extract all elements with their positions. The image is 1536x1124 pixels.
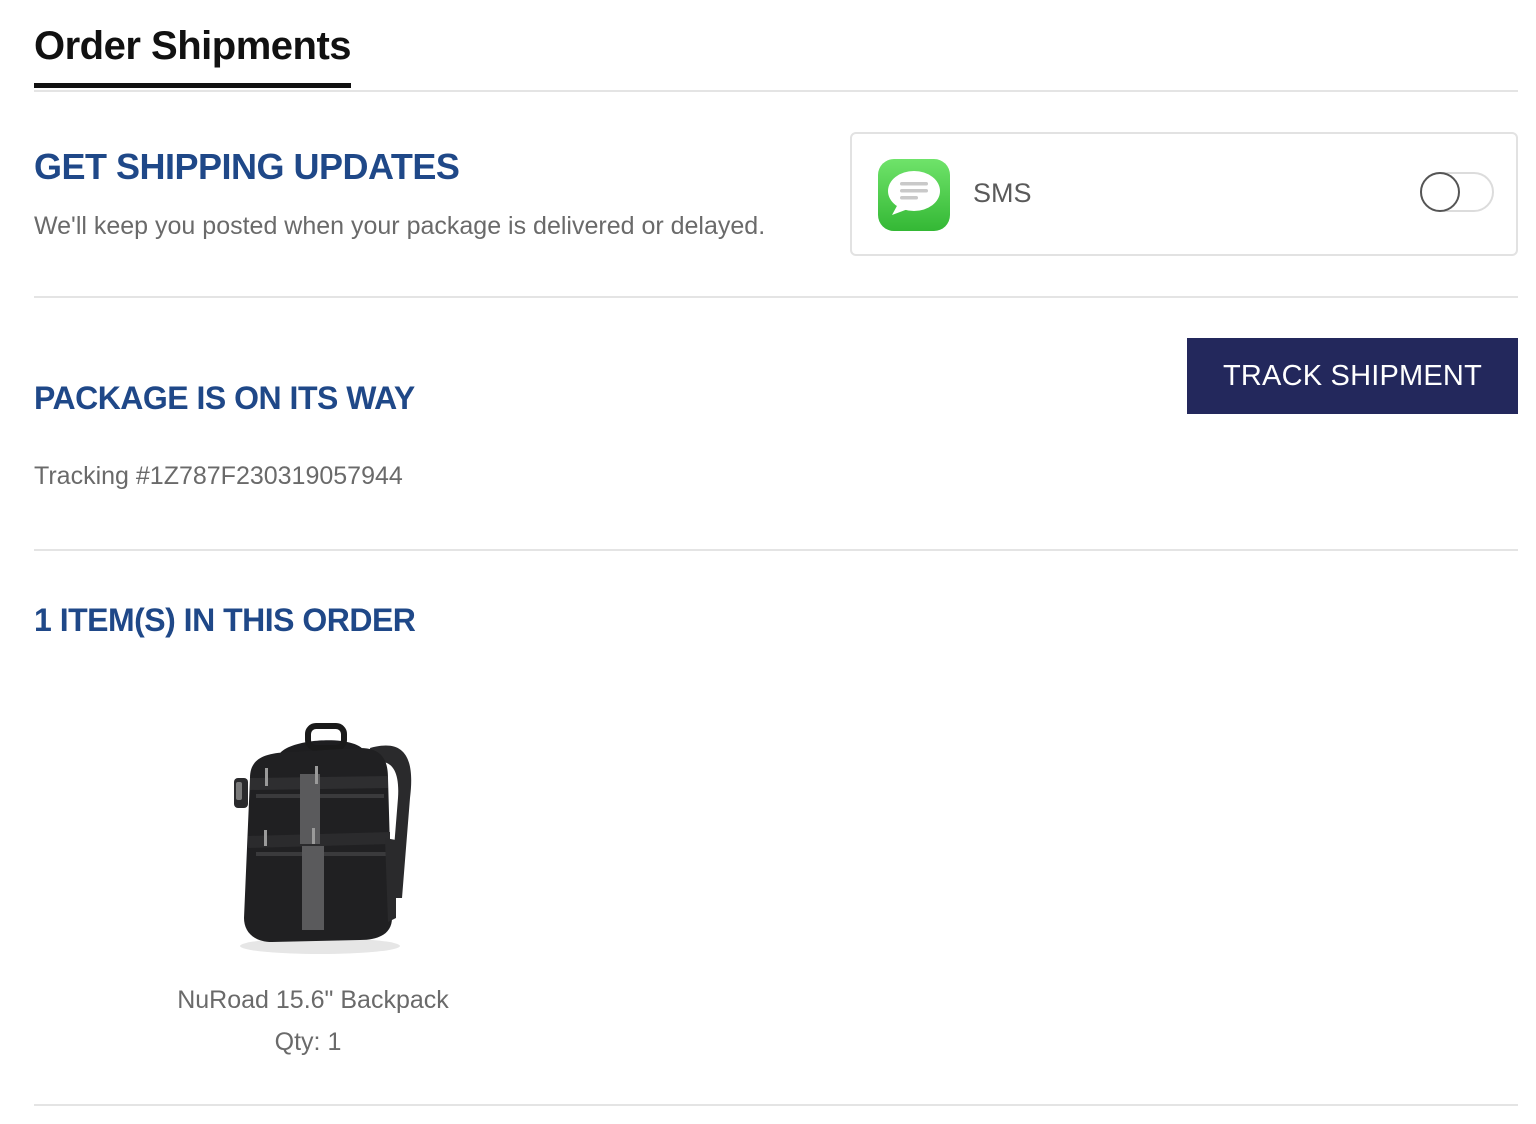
messages-app-icon <box>878 159 950 231</box>
section-divider <box>34 549 1518 551</box>
shipping-updates-heading: GET SHIPPING UPDATES <box>34 146 460 187</box>
tab-order-shipments[interactable]: Order Shipments <box>34 24 352 88</box>
product-quantity: Qty: 1 <box>160 1028 456 1057</box>
track-shipment-button[interactable]: TRACK SHIPMENT <box>1187 338 1518 414</box>
package-status-heading: PACKAGE IS ON ITS WAY <box>34 380 415 416</box>
shipping-updates-description: We'll keep you posted when your package … <box>34 212 766 240</box>
toggle-knob <box>1420 172 1460 212</box>
order-item[interactable]: NuRoad 15.6" Backpack Qty: 1 <box>160 700 466 1080</box>
sms-toggle[interactable] <box>1420 172 1494 212</box>
backpack-image <box>220 718 420 958</box>
section-divider <box>34 1104 1518 1106</box>
order-shipments-page: Order Shipments GET SHIPPING UPDATES We'… <box>0 0 1536 1124</box>
tracking-number: Tracking #1Z787F230319057944 <box>34 462 403 490</box>
product-name[interactable]: NuRoad 15.6" Backpack <box>160 986 466 1015</box>
section-divider <box>34 296 1518 298</box>
sms-notification-card: SMS <box>850 132 1518 256</box>
tab-bar: Order Shipments <box>34 0 1518 92</box>
sms-label: SMS <box>973 178 1032 208</box>
quantity-value: 1 <box>327 1028 342 1056</box>
items-heading: 1 ITEM(S) IN THIS ORDER <box>34 602 416 638</box>
quantity-label: Qty: <box>274 1028 321 1056</box>
